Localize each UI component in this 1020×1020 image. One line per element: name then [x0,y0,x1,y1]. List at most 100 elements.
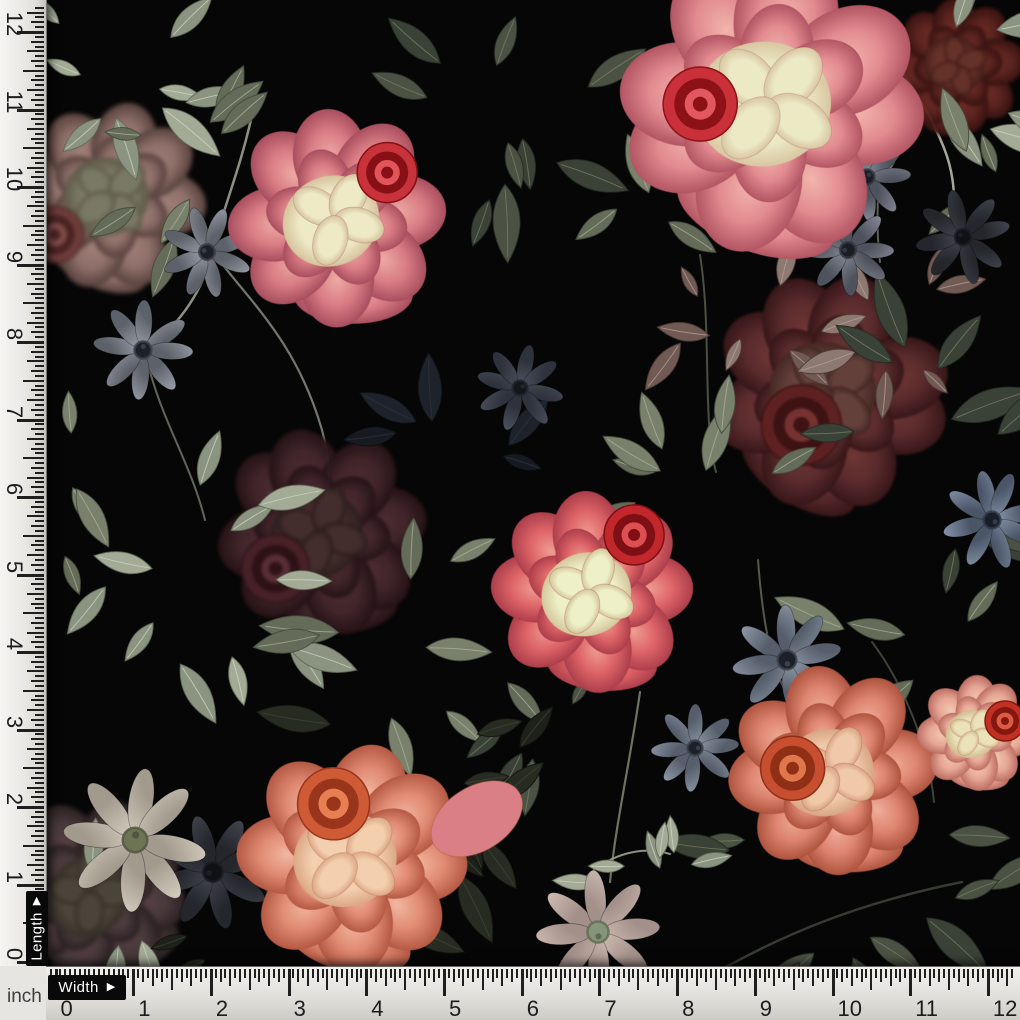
ruler-tick [31,293,44,295]
ruler-tick [35,84,44,86]
ruler-tick [671,969,673,978]
ruler-tick [725,969,727,982]
up-arrow-icon: ▶ [32,896,43,905]
ruler-tick [35,569,44,571]
ruler-tick [608,969,610,982]
ruler-tick [23,845,44,847]
ruler-tick [35,801,44,803]
ruler-tick [27,515,44,517]
ruler-number: 8 [682,996,694,1020]
ruler-tick [938,969,940,982]
ruler-tick [326,969,328,990]
ruler-tick [880,969,882,982]
ruler-tick [31,331,44,333]
ruler-tick [948,969,950,990]
ruler-tick [890,969,892,986]
ruler-tick [35,152,44,154]
ruler-tick [433,969,435,982]
ruler-tick [35,210,44,212]
ruler-tick [865,969,867,978]
fabric-swatch-photo: 0123456789101112 Width ▶ 012345678910111… [0,0,1020,1020]
ruler-tick [31,758,44,760]
ruler-tick [394,969,396,982]
ruler-number: 0 [1,941,27,967]
ruler-tick [35,511,44,513]
ruler-tick [23,457,44,459]
ruler-tick [734,969,736,986]
ruler-tick [35,268,44,270]
ruler-tick [778,969,780,978]
ruler-tick [210,969,213,996]
ruler-tick [23,225,44,227]
ruler-tick [35,559,44,561]
ruler-tick [31,99,44,101]
ruler-tick [380,969,382,978]
ruler-tick [851,969,853,986]
ruler-tick [220,969,222,982]
ruler-tick [35,259,44,261]
ruler-tick [31,118,44,120]
ruler-tick [35,191,44,193]
ruler-tick [972,969,974,978]
ruler-tick [696,969,698,986]
ruler-tick [710,969,712,978]
ruler-tick [31,157,44,159]
ruler-tick [35,695,44,697]
ruler-tick [419,969,421,978]
ruler-tick [31,874,44,876]
ruler-tick [35,646,44,648]
ruler-tick [35,588,44,590]
ruler-tick [31,467,44,469]
ruler-tick [967,969,969,986]
ruler-tick [35,549,44,551]
ruler-tick [27,322,44,324]
ruler-tick [31,60,44,62]
ruler-tick [23,767,44,769]
ruler-tick [27,825,44,827]
ruler-tick [35,171,44,173]
ruler-tick [35,791,44,793]
ruler-tick [35,414,44,416]
ruler-tick [23,302,44,304]
ruler-tick [705,969,707,982]
length-label-text: Length [29,912,46,960]
ruler-tick [487,969,489,978]
ruler-tick [35,850,44,852]
ruler-tick [35,733,44,735]
ruler-tick [31,835,44,837]
ruler-tick [506,969,508,978]
ruler-tick [31,312,44,314]
ruler-tick [982,969,984,978]
ruler-tick [35,375,44,377]
ruler-tick [31,351,44,353]
ruler-tick [331,969,333,978]
ruler-tick [31,777,44,779]
ruler-tick [404,969,406,990]
ruler-tick [875,969,877,978]
ruler-tick [35,617,44,619]
ruler-tick [31,428,44,430]
ruler-tick [31,603,44,605]
ruler-tick [768,969,770,978]
ruler-tick [31,854,44,856]
ruler-tick [390,969,392,978]
ruler-tick [31,41,44,43]
ruler-tick [27,205,44,207]
ruler-tick [35,201,44,203]
ruler-number: 4 [371,996,383,1020]
ruler-tick [31,21,44,23]
ruler-tick [773,969,775,986]
ruler-tick [856,969,858,978]
ruler-tick [647,969,649,982]
ruler-tick [195,969,197,978]
ruler-tick [370,969,372,978]
ruler-tick [35,821,44,823]
ruler-tick [428,969,430,978]
right-arrow-icon: ▶ [107,982,116,993]
ruler-tick [229,969,231,986]
ruler-tick [414,969,416,982]
ruler-tick [258,969,260,982]
ruler-tick [895,969,897,978]
ruler-tick [885,969,887,978]
ruler-tick [628,969,630,982]
